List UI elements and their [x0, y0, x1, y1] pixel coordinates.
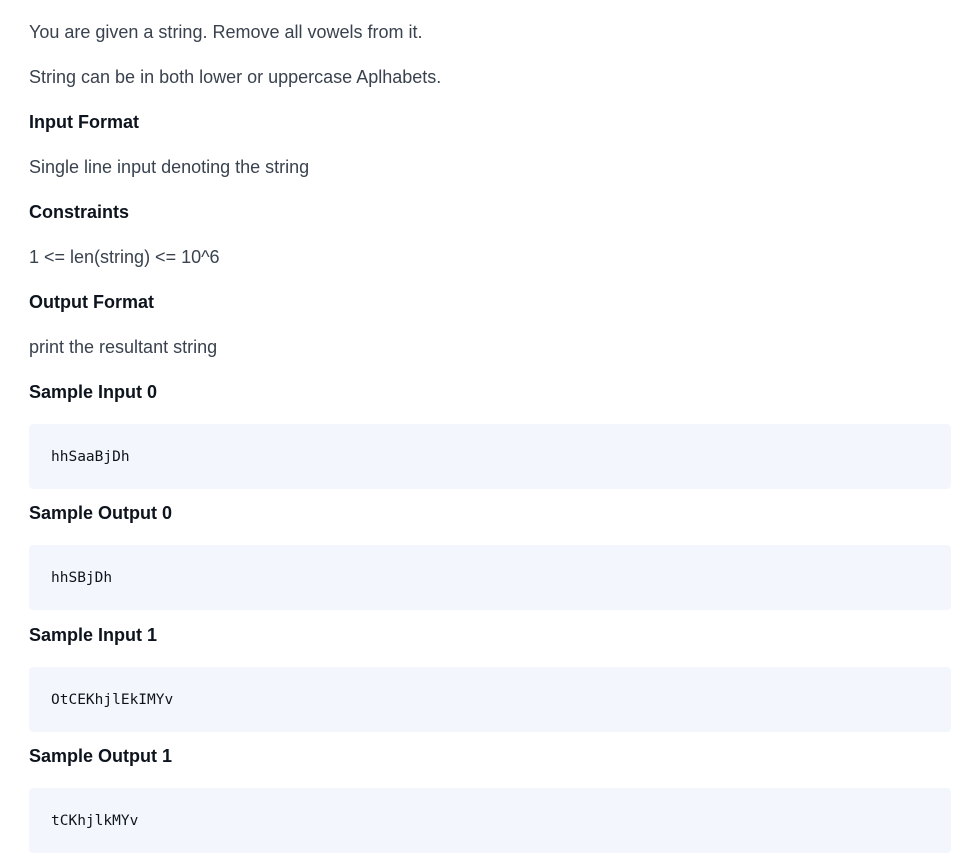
sample-input-0-code[interactable]: hhSaaBjDh [51, 449, 130, 465]
input-format-text: Single line input denoting the string [29, 157, 310, 177]
sample-input-1-code-block[interactable]: OtCEKhjlEkIMYv [29, 667, 951, 732]
sample-output-1-heading: Sample Output 1 [29, 746, 173, 766]
sample-input-1-heading: Sample Input 1 [29, 625, 158, 645]
sample-input-0-code-block[interactable]: hhSaaBjDh [29, 424, 951, 489]
sample-input-1-code[interactable]: OtCEKhjlEkIMYv [51, 692, 173, 708]
statement-line-2: String can be in both lower or uppercase… [29, 67, 442, 87]
sample-input-0-heading: Sample Input 0 [29, 382, 158, 402]
sample-output-0-code-block[interactable]: hhSBjDh [29, 545, 951, 610]
sample-output-0-heading: Sample Output 0 [29, 503, 173, 523]
output-format-text: print the resultant string [29, 337, 218, 357]
constraints-text: 1 <= len(string) <= 10^6 [29, 247, 220, 267]
constraints-heading: Constraints [29, 202, 130, 222]
output-format-heading: Output Format [29, 292, 154, 312]
input-format-heading: Input Format [29, 112, 139, 132]
sample-output-1-code[interactable]: tCKhjlkMYv [51, 813, 138, 829]
sample-output-1-code-block[interactable]: tCKhjlkMYv [29, 788, 951, 853]
statement-line-1: You are given a string. Remove all vowel… [29, 22, 423, 42]
sample-output-0-code[interactable]: hhSBjDh [51, 570, 112, 586]
